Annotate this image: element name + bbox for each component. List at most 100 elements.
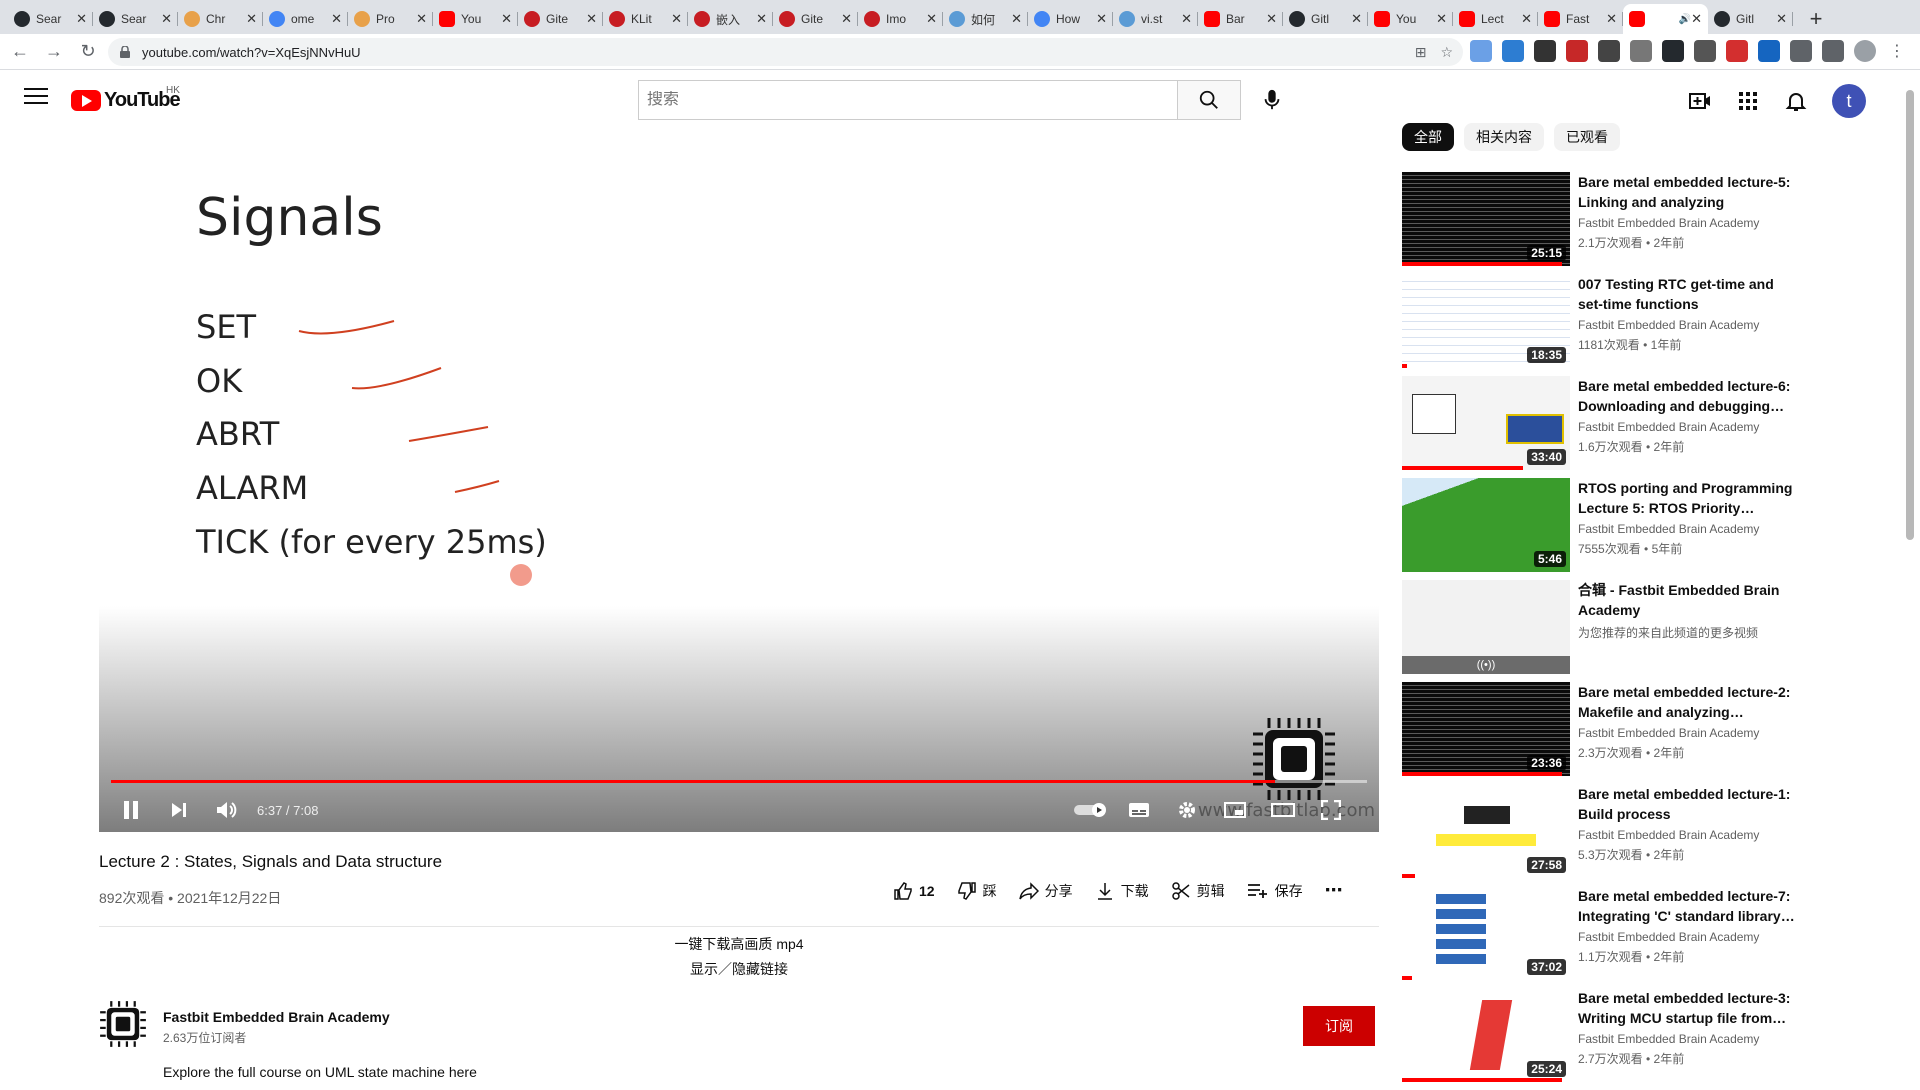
pause-button[interactable]	[107, 790, 155, 830]
menu-icon[interactable]	[24, 88, 48, 106]
recommendation-title[interactable]: Bare metal embedded lecture-5: Linking a…	[1578, 172, 1796, 212]
close-tab-icon[interactable]: ✕	[1011, 11, 1022, 27]
close-tab-icon[interactable]: ✕	[331, 11, 342, 27]
close-tab-icon[interactable]: ✕	[416, 11, 427, 27]
search-button[interactable]	[1177, 80, 1241, 120]
extension-icon[interactable]	[1726, 40, 1748, 62]
chip-all[interactable]: 全部	[1402, 123, 1454, 151]
recommendation-channel[interactable]: Fastbit Embedded Brain Academy	[1578, 216, 1759, 230]
browser-tab[interactable]: ome ✕	[263, 4, 348, 34]
channel-name[interactable]: Fastbit Embedded Brain Academy	[163, 1009, 390, 1025]
reading-list-icon[interactable]	[1822, 40, 1844, 62]
recommendation-item[interactable]: 37:02 Bare metal embedded lecture-7: Inte…	[1402, 886, 1802, 988]
reload-icon[interactable]: ↻	[74, 38, 102, 66]
extension-icon[interactable]	[1630, 40, 1652, 62]
browser-tab[interactable]: vi.st ✕	[1113, 4, 1198, 34]
page-scrollbar[interactable]	[1906, 90, 1914, 540]
browser-tab[interactable]: Gitl ✕	[1708, 4, 1793, 34]
toggle-links-link[interactable]: 显示／隐藏链接	[0, 959, 1478, 979]
subscribe-button[interactable]: 订阅	[1303, 1006, 1375, 1046]
settings-button[interactable]	[1163, 790, 1211, 830]
recommendation-item[interactable]: 25:24 Bare metal embedded lecture-3: Writ…	[1402, 988, 1802, 1090]
browser-tab[interactable]: How ✕	[1028, 4, 1113, 34]
recommendation-channel[interactable]: Fastbit Embedded Brain Academy	[1578, 318, 1759, 332]
recommendation-title[interactable]: Bare metal embedded lecture-7: Integrati…	[1578, 886, 1796, 926]
search-input[interactable]	[647, 91, 1167, 109]
audio-playing-icon[interactable]: 🔊	[1679, 14, 1691, 25]
autoplay-toggle[interactable]	[1067, 790, 1115, 830]
close-tab-icon[interactable]: ✕	[1776, 11, 1787, 27]
close-tab-icon[interactable]: ✕	[1521, 11, 1532, 27]
close-tab-icon[interactable]: ✕	[756, 11, 767, 27]
extension-icon[interactable]	[1694, 40, 1716, 62]
video-thumbnail[interactable]: 18:35	[1402, 274, 1570, 368]
clip-button[interactable]: 剪辑	[1171, 881, 1225, 901]
browser-tab[interactable]: Pro ✕	[348, 4, 433, 34]
account-avatar[interactable]: t	[1832, 84, 1866, 118]
download-button[interactable]: 下载	[1095, 881, 1149, 901]
close-tab-icon[interactable]: ✕	[926, 11, 937, 27]
video-player[interactable]: Signals SET OK ABRT ALARM TICK (for ever…	[99, 126, 1379, 832]
extension-icon[interactable]	[1534, 40, 1556, 62]
save-button[interactable]: 保存	[1247, 881, 1303, 901]
recommendation-title[interactable]: Bare metal embedded lecture-1: Build pro…	[1578, 784, 1796, 824]
channel-avatar[interactable]	[99, 1000, 147, 1048]
new-tab-button[interactable]: +	[1801, 4, 1831, 34]
close-tab-icon[interactable]: ✕	[586, 11, 597, 27]
extension-icon[interactable]	[1758, 40, 1780, 62]
close-tab-icon[interactable]: ✕	[671, 11, 682, 27]
browser-tab[interactable]: Chr ✕	[178, 4, 263, 34]
github-icon[interactable]	[1662, 40, 1684, 62]
more-actions-button[interactable]: ⋯	[1325, 880, 1343, 901]
video-thumbnail[interactable]: 23:36	[1402, 682, 1570, 776]
close-tab-icon[interactable]: ✕	[161, 11, 172, 27]
recommendation-item[interactable]: 25:15 Bare metal embedded lecture-5: Link…	[1402, 172, 1802, 274]
browser-tab[interactable]: Gite ✕	[773, 4, 858, 34]
browser-tab[interactable]: Imo ✕	[858, 4, 943, 34]
extension-icon[interactable]	[1566, 40, 1588, 62]
notifications-bell-icon[interactable]	[1784, 89, 1808, 113]
recommendation-title[interactable]: Bare metal embedded lecture-6: Downloadi…	[1578, 376, 1796, 416]
back-icon[interactable]: ←	[6, 38, 34, 66]
extension-icon[interactable]	[1598, 40, 1620, 62]
create-video-icon[interactable]	[1688, 89, 1712, 113]
chip-watched[interactable]: 已观看	[1554, 123, 1620, 151]
recommendation-item[interactable]: 33:40 Bare metal embedded lecture-6: Down…	[1402, 376, 1802, 478]
browser-tab[interactable]: Gitl ✕	[1283, 4, 1368, 34]
video-thumbnail[interactable]: ((•))	[1402, 580, 1570, 674]
chip-related[interactable]: 相关内容	[1464, 123, 1544, 151]
recommendation-channel[interactable]: Fastbit Embedded Brain Academy	[1578, 726, 1759, 740]
subtitles-button[interactable]	[1115, 790, 1163, 830]
address-bar[interactable]: youtube.com/watch?v=XqEsjNNvHuU ⊞ ☆	[108, 38, 1463, 66]
browser-tab[interactable]: Gite ✕	[518, 4, 603, 34]
recommendation-channel[interactable]: Fastbit Embedded Brain Academy	[1578, 1032, 1759, 1046]
close-tab-icon[interactable]: ✕	[1096, 11, 1107, 27]
video-thumbnail[interactable]: 25:15	[1402, 172, 1570, 266]
video-thumbnail[interactable]: 25:24	[1402, 988, 1570, 1082]
recommendation-title[interactable]: 合辑 - Fastbit Embedded Brain Academy	[1578, 580, 1796, 620]
bookmark-star-icon[interactable]: ☆	[1440, 44, 1453, 61]
recommendation-channel[interactable]: 为您推荐的来自此频道的更多视频	[1578, 624, 1758, 641]
close-tab-icon[interactable]: ✕	[1606, 11, 1617, 27]
close-tab-icon[interactable]: ✕	[841, 11, 852, 27]
next-button[interactable]	[155, 790, 203, 830]
close-tab-icon[interactable]: ✕	[76, 11, 87, 27]
like-button[interactable]: 12	[893, 881, 935, 901]
miniplayer-button[interactable]	[1211, 790, 1259, 830]
close-tab-icon[interactable]: ✕	[501, 11, 512, 27]
recommendation-channel[interactable]: Fastbit Embedded Brain Academy	[1578, 828, 1759, 842]
browser-tab[interactable]: 嵌入 ✕	[688, 4, 773, 34]
recommendation-item[interactable]: 27:58 Bare metal embedded lecture-1: Buil…	[1402, 784, 1802, 886]
close-tab-icon[interactable]: ✕	[1181, 11, 1192, 27]
close-tab-icon[interactable]: ✕	[1266, 11, 1277, 27]
apps-grid-icon[interactable]	[1736, 89, 1760, 113]
extension-icon[interactable]	[1502, 40, 1524, 62]
browser-tab[interactable]: You ✕	[1368, 4, 1453, 34]
share-button[interactable]: 分享	[1018, 881, 1073, 901]
browser-tab[interactable]: Fast ✕	[1538, 4, 1623, 34]
recommendation-channel[interactable]: Fastbit Embedded Brain Academy	[1578, 930, 1759, 944]
recommendation-title[interactable]: RTOS porting and Programming Lecture 5: …	[1578, 478, 1796, 518]
recommendation-title[interactable]: Bare metal embedded lecture-2: Makefile …	[1578, 682, 1796, 722]
video-thumbnail[interactable]: 33:40	[1402, 376, 1570, 470]
voice-search-button[interactable]	[1252, 80, 1292, 120]
